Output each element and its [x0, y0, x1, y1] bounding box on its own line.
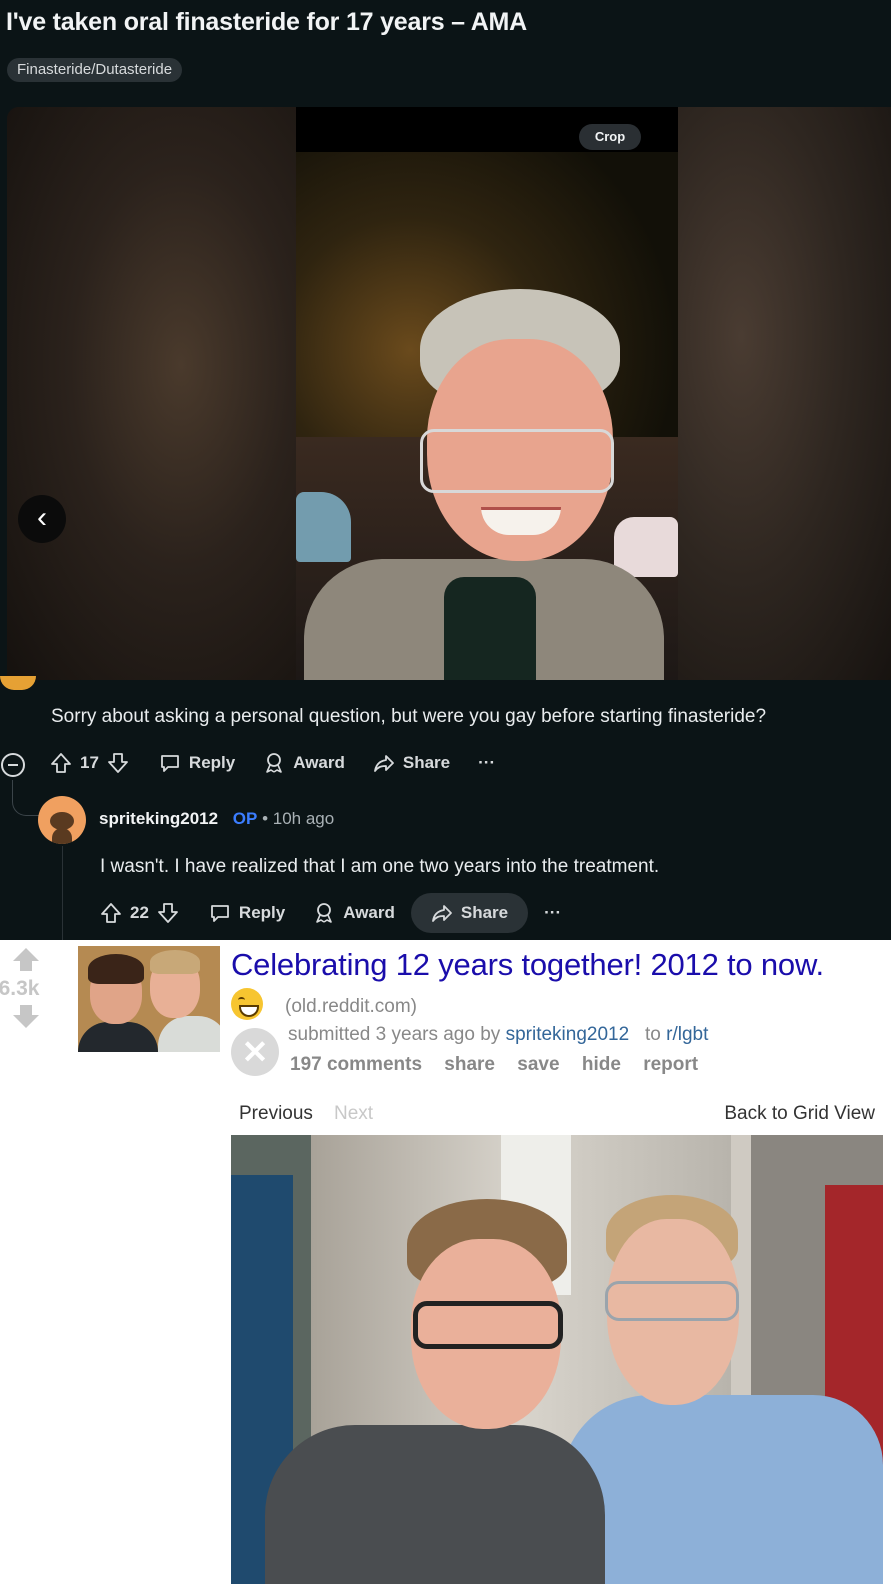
back-to-grid-link[interactable]: Back to Grid View: [724, 1103, 875, 1125]
reply-more-button[interactable]: ···: [532, 893, 573, 933]
share-icon: [373, 755, 394, 772]
new-reddit-post: I've taken oral finasteride for 17 years…: [0, 0, 891, 940]
gallery-blur-right: [677, 107, 891, 680]
hide-x-icon[interactable]: ✕: [231, 1028, 279, 1076]
gallery-previous-link[interactable]: Previous: [239, 1103, 313, 1125]
post-thumbnail[interactable]: [78, 946, 220, 1052]
old-score: 6.3k: [0, 977, 40, 1000]
comment-vote: 17: [38, 743, 133, 783]
post-buttons: 197 comments share save hide report: [290, 1054, 715, 1076]
author-link[interactable]: spriteking2012: [506, 1024, 630, 1045]
upvote-icon[interactable]: [100, 902, 122, 924]
op-badge: OP: [232, 809, 258, 828]
reply-share-button[interactable]: Share: [410, 893, 529, 933]
reply-timestamp: • 10h ago: [262, 809, 335, 828]
upvote-icon[interactable]: [50, 752, 72, 774]
old-reddit-post: 6.3k Celebrating 12 years together! 2012…: [0, 940, 891, 1584]
upvote-icon[interactable]: [0, 948, 52, 971]
emoji-grin-icon: [231, 988, 263, 1020]
comment-award-button[interactable]: Award: [251, 743, 357, 783]
gallery-prev-button[interactable]: ‹: [18, 495, 66, 543]
comment-more-button[interactable]: ···: [466, 743, 507, 783]
gallery-photo-selfie[interactable]: [296, 107, 678, 680]
comment-reply-button[interactable]: Reply: [147, 743, 247, 783]
image-gallery[interactable]: Crop ‹: [7, 107, 891, 680]
chevron-left-icon: ‹: [37, 501, 47, 534]
subreddit-link[interactable]: r/lgbt: [666, 1024, 708, 1045]
reply-body: I wasn't. I have realized that I am one …: [100, 856, 660, 877]
comment-body: Sorry about asking a personal question, …: [51, 706, 767, 727]
reply-action-row: 22 Reply Award Share ···: [88, 893, 573, 933]
thread-connector: [62, 846, 63, 940]
award-icon: [316, 903, 333, 923]
award-icon: [266, 753, 283, 773]
comment-action-row: 17 Reply Award Share ···: [38, 743, 507, 783]
comment-score: 17: [80, 753, 99, 772]
post-domain[interactable]: (old.reddit.com): [285, 996, 417, 1018]
post-flair[interactable]: Finasteride/Dutasteride: [7, 58, 183, 82]
gallery-blur-left: [7, 107, 297, 680]
old-vote-column: 6.3k: [0, 946, 52, 1028]
thread-connector: [12, 780, 42, 816]
comment-icon: [211, 905, 229, 922]
reply-meta: spriteking2012 OP • 10h ago: [99, 809, 334, 829]
op-avatar[interactable]: [38, 796, 86, 844]
share-icon: [431, 905, 452, 922]
comments-link[interactable]: 197 comments: [290, 1054, 422, 1075]
downvote-icon[interactable]: [157, 902, 179, 924]
share-link[interactable]: share: [444, 1054, 495, 1075]
crop-button[interactable]: Crop: [579, 124, 641, 150]
gallery-next-link: Next: [334, 1103, 374, 1124]
gallery-photo-couple[interactable]: [231, 1135, 883, 1584]
downvote-icon[interactable]: [107, 752, 129, 774]
more-icon: ···: [544, 903, 562, 922]
post-tagline: submitted 3 years ago by spriteking2012 …: [288, 1024, 709, 1045]
reply-score: 22: [130, 903, 149, 922]
comment-share-button[interactable]: Share: [361, 743, 462, 783]
reply-award-button[interactable]: Award: [301, 893, 407, 933]
commenter-avatar-partial: [0, 676, 36, 690]
report-link[interactable]: report: [643, 1054, 698, 1075]
old-post-title[interactable]: Celebrating 12 years together! 2012 to n…: [231, 947, 824, 983]
reply-username[interactable]: spriteking2012: [99, 809, 218, 828]
collapse-icon[interactable]: [1, 753, 25, 777]
comment-icon: [161, 755, 179, 772]
post-title[interactable]: I've taken oral finasteride for 17 years…: [6, 8, 527, 37]
save-link[interactable]: save: [517, 1054, 559, 1075]
downvote-icon[interactable]: [0, 1005, 52, 1028]
reply-reply-button[interactable]: Reply: [197, 893, 297, 933]
reply-vote: 22: [88, 893, 183, 933]
more-icon: ···: [478, 753, 496, 772]
hide-link[interactable]: hide: [582, 1054, 621, 1075]
